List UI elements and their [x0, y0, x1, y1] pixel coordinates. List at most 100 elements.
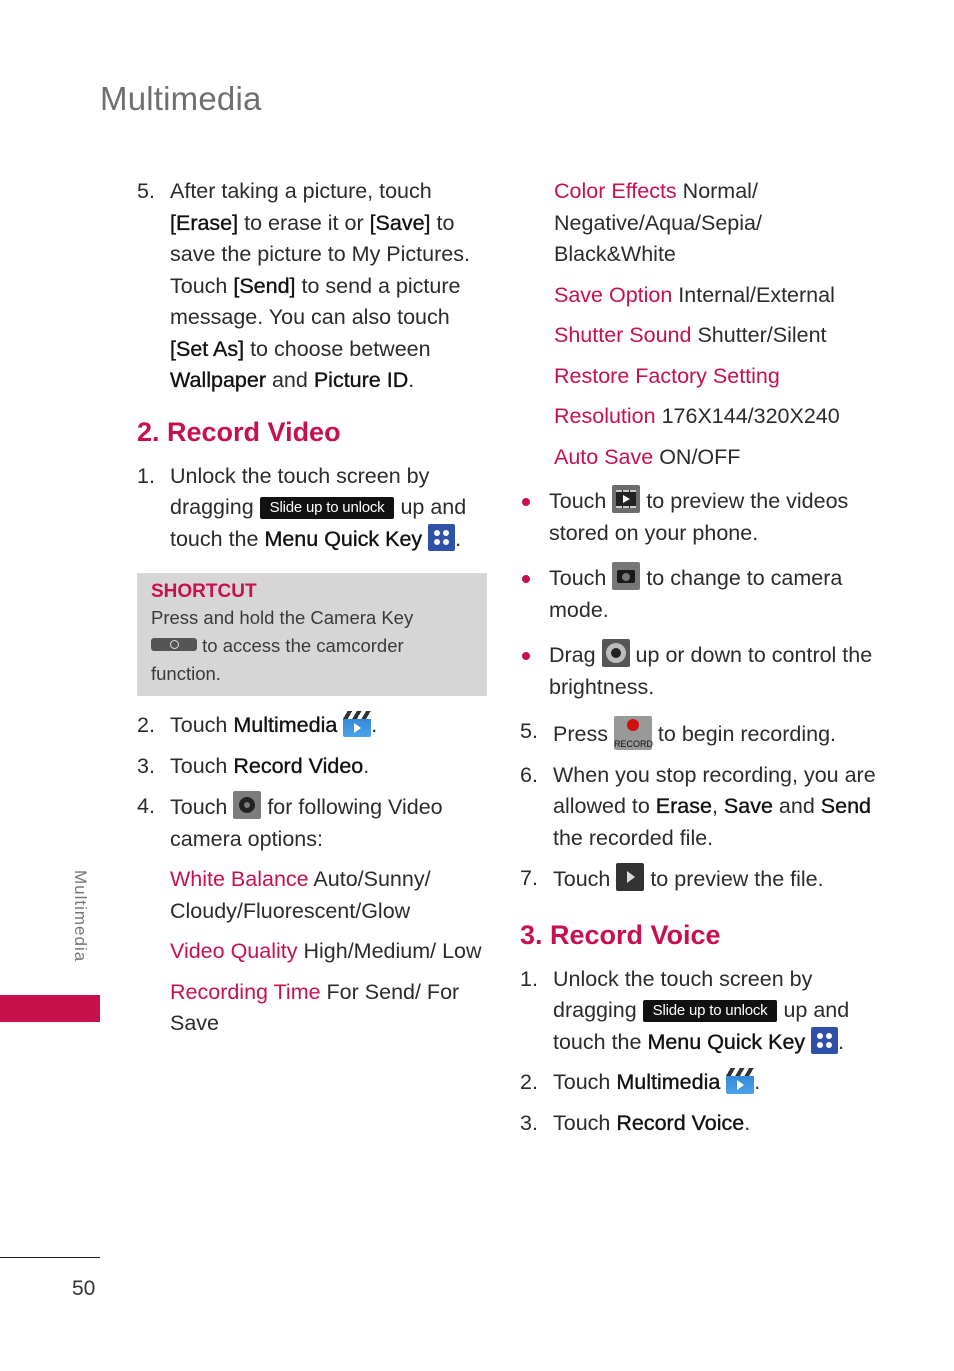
step-text: . — [744, 1110, 751, 1135]
slide-unlock-badge: Slide up to unlock — [259, 497, 395, 519]
step-text: and — [266, 368, 314, 392]
footer-rule — [0, 1257, 100, 1258]
step-number: 7. — [520, 866, 538, 890]
step-text: and — [772, 794, 821, 818]
option-shutter-sound: Shutter Sound Shutter/Silent — [520, 320, 880, 352]
step-3-record-video: 3. Touch Record Video. — [137, 751, 487, 783]
step-1-unlock: 1. Unlock the touch screen by dragging S… — [137, 461, 487, 556]
menu-quick-key-icon — [428, 523, 456, 551]
option-name: Auto Save — [554, 444, 654, 469]
bullet-dot — [522, 652, 530, 660]
record-icon: RECORD — [613, 716, 653, 750]
step-6-stop: 6. When you stop recording, you are allo… — [520, 760, 880, 855]
shortcut-box: SHORTCUT Press and hold the Camera Key t… — [137, 573, 487, 696]
slide-unlock-badge: Slide up to unlock — [642, 1000, 778, 1022]
record-video-term: Record Video — [233, 753, 364, 778]
step-number: 6. — [520, 762, 538, 787]
multimedia-icon — [726, 1068, 755, 1094]
settings-gear-icon — [233, 791, 262, 819]
step-number: 5. — [137, 179, 155, 203]
step-text: After taking a picture, touch — [170, 179, 432, 203]
erase-term: [Erase] — [170, 210, 239, 235]
step-number: 2. — [137, 713, 155, 737]
step-text: . — [371, 713, 378, 737]
option-name: Recording Time — [170, 979, 321, 1004]
step-text: Touch — [553, 1110, 617, 1135]
step-2-multimedia: 2. Touch Multimedia . — [137, 710, 487, 742]
step-text: Touch — [553, 1070, 617, 1094]
camera-icon — [612, 562, 641, 590]
bullet-text: Touch — [549, 566, 613, 590]
bullet-text: Drag — [549, 643, 602, 667]
shortcut-title: SHORTCUT — [151, 581, 257, 602]
option-white-balance: White Balance Auto/Sunny/ Cloudy/Fluores… — [137, 864, 487, 927]
menu-quick-key-term: Menu Quick Key — [647, 1029, 806, 1054]
page-title: Multimedia — [100, 80, 262, 117]
step-number: 4. — [137, 794, 155, 818]
option-video-quality: Video Quality High/Medium/ Low — [137, 936, 487, 968]
step-text: . — [408, 368, 415, 392]
step-4-settings: 4. Touch for following Video camera opti… — [137, 791, 487, 855]
step-text: Touch — [170, 713, 234, 737]
bullet-brightness: Drag up or down to control the brightnes… — [520, 639, 880, 703]
bullet-text: Touch — [549, 489, 613, 513]
option-value: ON/OFF — [653, 444, 741, 469]
step-text: to preview the file. — [644, 867, 824, 891]
section-heading-record-voice: 3. Record Voice — [520, 919, 721, 950]
send-term: Send — [820, 794, 872, 818]
multimedia-icon — [343, 711, 372, 737]
step-text: to begin recording. — [651, 722, 836, 746]
voice-step-2-multimedia: 2. Touch Multimedia . — [520, 1067, 880, 1099]
option-name: Restore Factory Setting — [554, 363, 780, 388]
step-7-preview: 7. Touch to preview the file. — [520, 863, 880, 896]
step-text: . — [363, 753, 370, 778]
voice-step-3-record-voice: 3. Touch Record Voice. — [520, 1108, 880, 1140]
option-name: Resolution — [554, 404, 656, 428]
step-text: Press — [553, 722, 614, 746]
step-5-record: 5. Press RECORD to begin recording. — [520, 716, 880, 751]
step-text: . — [838, 1029, 845, 1054]
menu-quick-key-icon — [811, 1026, 839, 1054]
send-term: [Send] — [233, 273, 296, 298]
side-section-label: Multimedia — [71, 870, 90, 963]
shortcut-line: Press and hold the Camera Key — [151, 607, 414, 628]
option-name: Save Option — [554, 282, 673, 307]
bullet-dot — [522, 498, 530, 506]
play-icon — [616, 863, 645, 891]
wallpaper-term: Wallpaper — [170, 368, 266, 392]
step-text: . — [754, 1070, 761, 1094]
step-text: . — [455, 526, 462, 551]
voice-step-1-unlock: 1. Unlock the touch screen by dragging S… — [520, 964, 880, 1059]
option-name: Color Effects — [554, 179, 677, 203]
step-text: Touch — [170, 753, 234, 778]
step-number: 2. — [520, 1070, 538, 1094]
side-section-tab — [0, 995, 100, 1022]
step-text: the recorded file. — [553, 825, 714, 850]
option-color-effects: Color Effects Normal/ Negative/Aqua/Sepi… — [520, 176, 880, 271]
video-gallery-icon — [612, 485, 641, 513]
right-column: Color Effects Normal/ Negative/Aqua/Sepi… — [520, 176, 880, 1148]
step-number: 1. — [137, 463, 155, 488]
page-number: 50 — [72, 1277, 96, 1300]
bullet-dot — [522, 575, 530, 583]
camera-key-icon — [151, 638, 197, 651]
record-voice-term: Record Voice — [616, 1110, 745, 1135]
step-number: 3. — [520, 1110, 538, 1135]
step-text: Touch — [553, 867, 617, 891]
option-recording-time: Recording Time For Send/ For Save — [137, 977, 487, 1040]
step-text: to choose between — [244, 336, 431, 361]
option-restore-factory: Restore Factory Setting — [520, 361, 880, 393]
option-name: Shutter Sound — [554, 323, 692, 347]
option-auto-save: Auto Save ON/OFF — [520, 442, 880, 474]
step-number: 5. — [520, 719, 538, 743]
step-text: Touch — [170, 795, 234, 819]
picture-id-term: Picture ID — [313, 368, 409, 392]
option-value: Internal/External — [672, 282, 835, 307]
brightness-icon — [601, 639, 630, 667]
section-heading-record-video: 2. Record Video — [137, 416, 341, 447]
option-value: Shutter/Silent — [691, 323, 827, 347]
option-name: Video Quality — [170, 939, 298, 963]
option-value: 176X144/320X240 — [655, 404, 840, 428]
save-term: Save — [723, 794, 773, 818]
step-number: 1. — [520, 966, 538, 991]
